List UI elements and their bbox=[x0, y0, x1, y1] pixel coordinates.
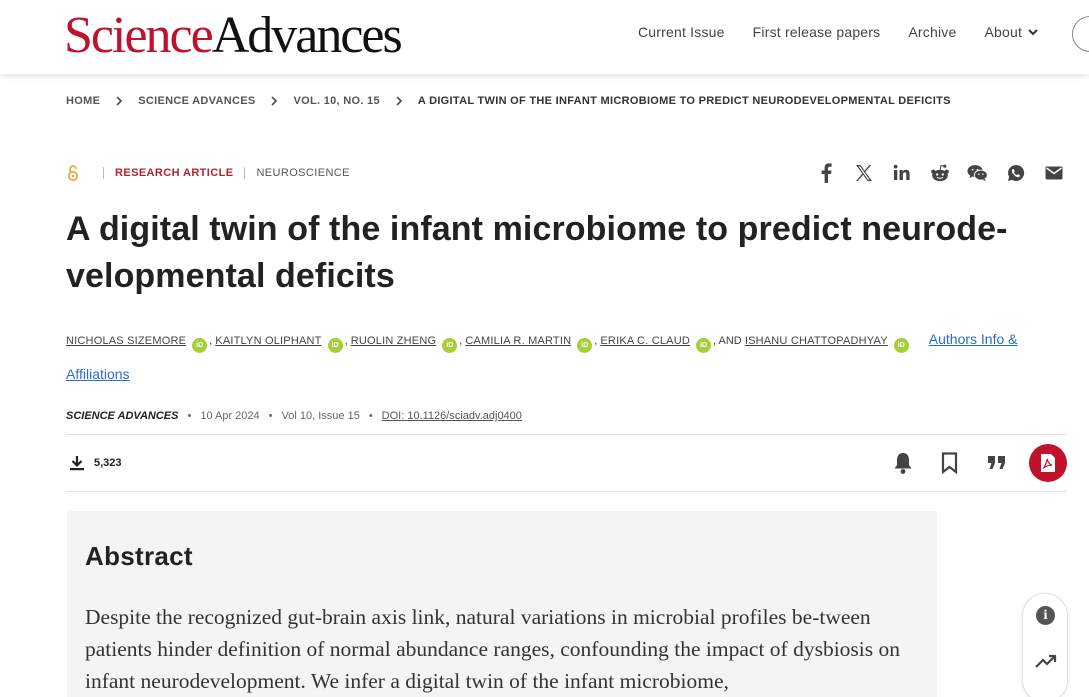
nav-about-label: About bbox=[984, 24, 1023, 40]
chevron-down-icon bbox=[1028, 29, 1038, 36]
author-link[interactable]: CAMILIA R. MARTIN bbox=[465, 335, 571, 347]
author-link[interactable]: ERIKA C. CLAUD bbox=[600, 335, 690, 347]
article-title: A digital twin of the infant microbiome … bbox=[66, 210, 1008, 295]
article-meta: RESEARCH ARTICLE NEUROSCIENCE bbox=[66, 164, 350, 182]
orcid-icon[interactable]: iD bbox=[192, 338, 208, 353]
download-icon bbox=[70, 456, 84, 471]
orcid-icon[interactable]: iD bbox=[696, 338, 711, 353]
whatsapp-icon[interactable] bbox=[1005, 162, 1026, 183]
breadcrumb: HOME SCIENCE ADVANCES VOL. 10, NO. 15 A … bbox=[66, 95, 951, 107]
author-link[interactable]: ISHANU CHATTOPADHYAY bbox=[745, 335, 888, 347]
pdf-icon bbox=[1041, 454, 1055, 472]
download-count: 5,323 bbox=[68, 455, 122, 471]
open-access-icon bbox=[68, 165, 78, 181]
pdf-download-button[interactable] bbox=[1029, 444, 1067, 482]
author-and: AND bbox=[718, 335, 742, 347]
x-icon[interactable] bbox=[853, 162, 874, 183]
divider bbox=[103, 167, 104, 179]
separator-dot: • bbox=[368, 410, 373, 422]
nav-archive[interactable]: Archive bbox=[908, 24, 956, 40]
search-button[interactable] bbox=[1072, 16, 1089, 52]
breadcrumb-home[interactable]: HOME bbox=[66, 95, 100, 107]
author-link[interactable]: KAITLYN OLIPHANT bbox=[215, 335, 321, 347]
breadcrumb-journal[interactable]: SCIENCE ADVANCES bbox=[138, 95, 255, 107]
floating-side-panel: i bbox=[1022, 593, 1068, 697]
linkedin-icon[interactable] bbox=[891, 162, 912, 183]
author-link[interactable]: NICHOLAS SIZEMORE bbox=[66, 335, 186, 347]
action-buttons bbox=[888, 443, 1067, 483]
main-nav: Current Issue First release papers Archi… bbox=[638, 24, 1065, 40]
doi-link[interactable]: DOI: 10.1126/sciadv.adj0400 bbox=[382, 410, 522, 422]
separator-dot: • bbox=[268, 410, 273, 422]
article-action-bar: 5,323 bbox=[66, 434, 1067, 492]
info-icon[interactable]: i bbox=[1036, 606, 1055, 625]
orcid-icon[interactable]: iD bbox=[442, 338, 458, 353]
orcid-icon[interactable]: iD bbox=[327, 338, 343, 353]
site-header: ScienceAdvances Current Issue First rele… bbox=[0, 0, 1089, 74]
publication-date: 10 Apr 2024 bbox=[200, 410, 260, 422]
cite-quote-icon[interactable] bbox=[982, 443, 1011, 483]
author-link[interactable]: RUOLIN ZHENG bbox=[351, 335, 437, 347]
orcid-icon[interactable]: iD bbox=[893, 338, 909, 353]
download-count-value: 5,323 bbox=[94, 457, 122, 469]
author-list: NICHOLAS SIZEMORE iD, KAITLYN OLIPHANT iD,… bbox=[66, 331, 1018, 382]
publication-info: SCIENCE ADVANCES • 10 Apr 2024 • Vol 10,… bbox=[66, 410, 522, 422]
nav-first-release-papers[interactable]: First release papers bbox=[753, 24, 881, 40]
abstract-text: Despite the recognized gut-brain axis li… bbox=[85, 605, 901, 693]
reddit-icon[interactable] bbox=[929, 162, 950, 183]
journal-name[interactable]: SCIENCE ADVANCES bbox=[66, 410, 178, 422]
bookmark-icon[interactable] bbox=[935, 443, 964, 483]
share-bar bbox=[815, 162, 1064, 183]
article-type: RESEARCH ARTICLE bbox=[115, 167, 234, 179]
facebook-icon[interactable] bbox=[815, 162, 836, 183]
science-advances-logo[interactable]: ScienceAdvances bbox=[64, 10, 403, 62]
email-icon[interactable] bbox=[1043, 162, 1064, 183]
abstract-heading: Abstract bbox=[85, 541, 193, 571]
trending-icon[interactable] bbox=[1035, 654, 1057, 670]
bell-icon[interactable] bbox=[888, 443, 917, 483]
nav-current-issue[interactable]: Current Issue bbox=[638, 24, 725, 40]
abstract-section: Abstract Despite the recognized gut-brai… bbox=[67, 511, 937, 697]
chevron-right-icon bbox=[114, 95, 124, 107]
breadcrumb-issue[interactable]: VOL. 10, NO. 15 bbox=[293, 95, 379, 107]
wechat-icon[interactable] bbox=[967, 162, 988, 183]
breadcrumb-current: A DIGITAL TWIN OF THE INFANT MICROBIOME … bbox=[417, 95, 951, 107]
chevron-right-icon bbox=[269, 95, 279, 107]
chevron-right-icon bbox=[394, 95, 404, 107]
divider bbox=[244, 167, 246, 179]
nav-about[interactable]: About bbox=[984, 24, 1039, 40]
article-subject[interactable]: NEUROSCIENCE bbox=[256, 167, 349, 179]
volume-issue[interactable]: Vol 10, Issue 15 bbox=[282, 410, 360, 422]
orcid-icon[interactable]: iD bbox=[577, 338, 593, 353]
separator-dot: • bbox=[187, 410, 192, 422]
